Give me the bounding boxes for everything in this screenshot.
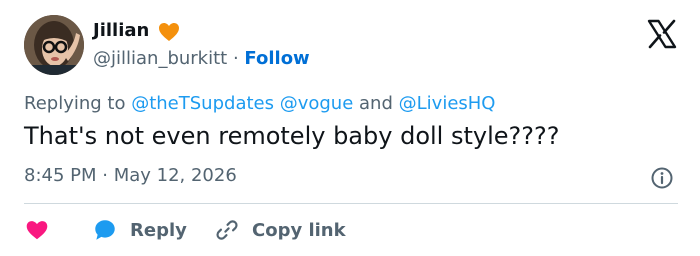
orange-heart-icon bbox=[157, 20, 181, 44]
avatar[interactable] bbox=[24, 15, 84, 75]
reply-button[interactable]: Reply bbox=[92, 217, 187, 243]
display-name[interactable]: Jillian bbox=[93, 20, 149, 41]
info-icon[interactable] bbox=[650, 166, 674, 190]
reply-context: Replying to @theTSupdates @vogue and @Li… bbox=[24, 93, 495, 114]
like-button[interactable] bbox=[24, 217, 50, 243]
handle-line: @jillian_burkitt · Follow bbox=[93, 48, 310, 69]
reply-label: Reply bbox=[130, 219, 187, 241]
follow-button[interactable]: Follow bbox=[244, 48, 309, 69]
reply-prefix: Replying to bbox=[24, 93, 126, 114]
heart-icon bbox=[26, 221, 48, 240]
link-icon bbox=[216, 220, 238, 240]
copy-link-button[interactable]: Copy link bbox=[214, 217, 346, 243]
copy-link-label: Copy link bbox=[252, 219, 346, 241]
mention-theTSupdates[interactable]: @theTSupdates bbox=[131, 93, 274, 114]
mention-LiviesHQ[interactable]: @LiviesHQ bbox=[399, 93, 496, 114]
tweet-timestamp[interactable]: 8:45 PM · May 12, 2026 bbox=[24, 165, 237, 186]
speech-bubble-icon bbox=[95, 220, 115, 240]
separator-dot: · bbox=[232, 48, 239, 69]
x-logo-icon[interactable] bbox=[646, 18, 678, 50]
mention-vogue[interactable]: @vogue bbox=[280, 93, 354, 114]
divider bbox=[24, 203, 678, 204]
tweet-text: That's not even remotely baby doll style… bbox=[24, 122, 560, 150]
reply-conjunction: and bbox=[359, 93, 393, 114]
user-handle[interactable]: @jillian_burkitt bbox=[93, 48, 227, 69]
